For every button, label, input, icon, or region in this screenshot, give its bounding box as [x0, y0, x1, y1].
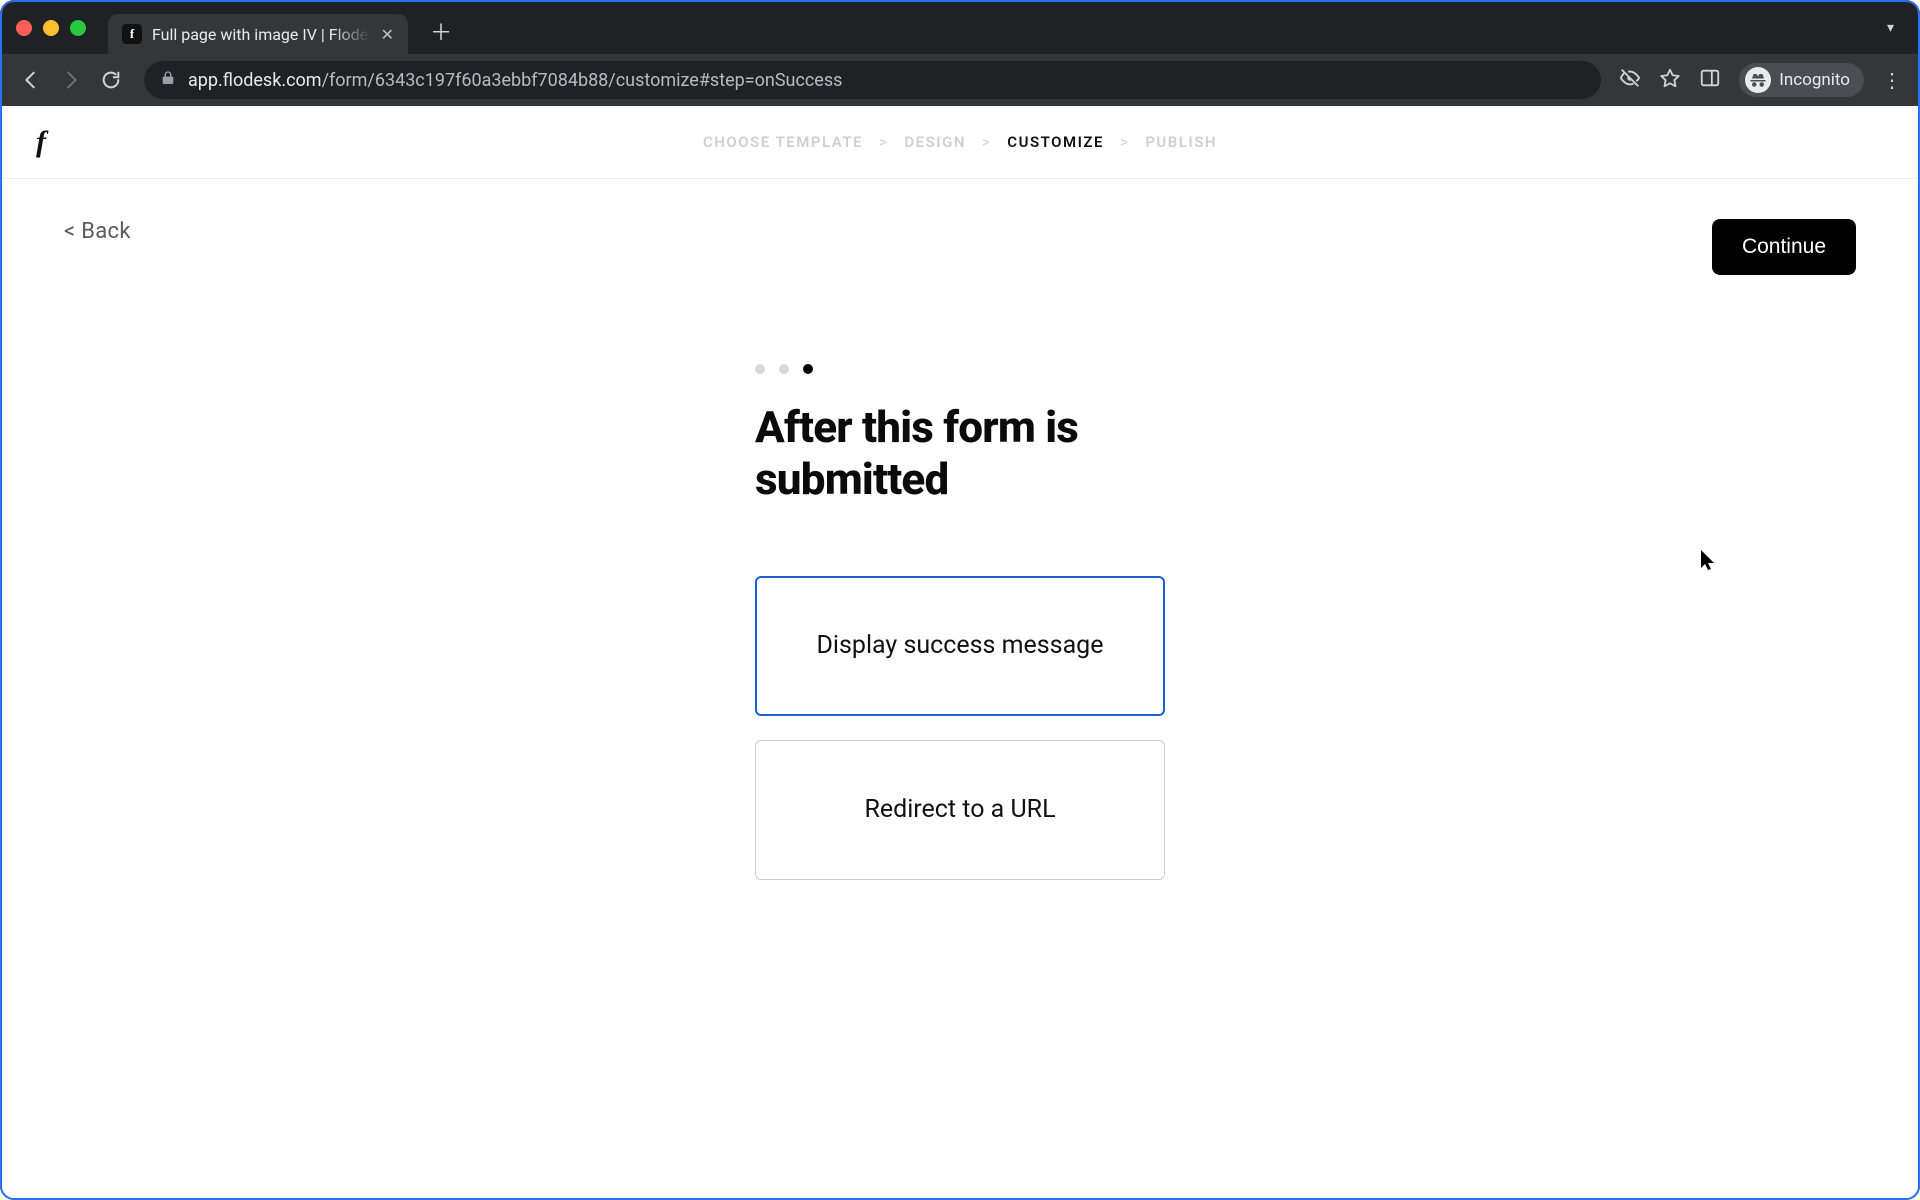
wizard-step-customize[interactable]: CUSTOMIZE: [1007, 133, 1104, 151]
tab-close-icon[interactable]: ✕: [381, 25, 394, 44]
wizard-step-publish[interactable]: PUBLISH: [1145, 133, 1217, 151]
tab-favicon-icon: f: [122, 24, 142, 44]
window-minimize-icon[interactable]: [43, 20, 59, 36]
wizard-step-choose-template[interactable]: CHOOSE TEMPLATE: [703, 133, 863, 151]
incognito-badge[interactable]: Incognito: [1739, 63, 1864, 97]
question-title: After this form is submitted: [755, 402, 1165, 506]
continue-button[interactable]: Continue: [1712, 219, 1856, 275]
chevron-right-icon: >: [982, 133, 991, 151]
nav-reload-icon[interactable]: [96, 65, 126, 95]
tab-overflow-chevron-down-icon[interactable]: ▾: [1887, 20, 1894, 36]
address-bar[interactable]: app.flodesk.com/form/6343c197f60a3ebbf70…: [144, 61, 1601, 99]
browser-tab-active[interactable]: f Full page with image IV | Flode ✕: [108, 14, 408, 54]
browser-toolbar: app.flodesk.com/form/6343c197f60a3ebbf70…: [2, 54, 1918, 106]
option-label: Display success message: [817, 631, 1104, 660]
app-header: f CHOOSE TEMPLATE > DESIGN > CUSTOMIZE > PUBLI…: [2, 106, 1918, 179]
progress-dots: [755, 364, 1165, 374]
incognito-icon: [1745, 67, 1771, 93]
lock-icon: [160, 70, 176, 91]
url-host: app.flodesk.com: [188, 70, 322, 91]
brand-logo-icon[interactable]: f: [36, 125, 46, 159]
wizard-step-design[interactable]: DESIGN: [904, 133, 966, 151]
window-traffic-lights: [16, 20, 86, 36]
side-panel-icon[interactable]: [1699, 67, 1721, 93]
option-label: Redirect to a URL: [864, 795, 1055, 824]
new-tab-button[interactable]: ＋: [426, 16, 456, 46]
browser-tabstrip: f Full page with image IV | Flode ✕ ＋ ▾: [2, 2, 1918, 54]
mouse-cursor-icon: [1700, 549, 1716, 571]
kebab-menu-icon[interactable]: ⋮: [1882, 68, 1904, 92]
address-bar-url: app.flodesk.com/form/6343c197f60a3ebbf70…: [188, 70, 842, 91]
url-path: /form/6343c197f60a3ebbf7084b88/customize…: [322, 70, 843, 91]
progress-dot: [779, 364, 789, 374]
wizard-steps: CHOOSE TEMPLATE > DESIGN > CUSTOMIZE > PUBLISH: [703, 133, 1217, 151]
progress-dot: [755, 364, 765, 374]
nav-back-icon[interactable]: [16, 65, 46, 95]
eye-off-icon[interactable]: [1619, 67, 1641, 93]
tab-favicon-letter: f: [130, 26, 134, 42]
option-redirect-to-a-url[interactable]: Redirect to a URL: [755, 740, 1165, 880]
chevron-right-icon: >: [1120, 133, 1129, 151]
option-display-success-message[interactable]: Display success message: [755, 576, 1165, 716]
chevron-right-icon: >: [879, 133, 888, 151]
window-zoom-icon[interactable]: [70, 20, 86, 36]
window-close-icon[interactable]: [16, 20, 32, 36]
incognito-label: Incognito: [1779, 70, 1850, 90]
back-link[interactable]: < Back: [64, 219, 131, 244]
star-icon[interactable]: [1659, 67, 1681, 93]
tab-title: Full page with image IV | Flode: [152, 25, 371, 44]
app-page: f CHOOSE TEMPLATE > DESIGN > CUSTOMIZE > PUBLI…: [2, 106, 1918, 1198]
progress-dot: [803, 364, 813, 374]
nav-forward-icon[interactable]: [56, 65, 86, 95]
